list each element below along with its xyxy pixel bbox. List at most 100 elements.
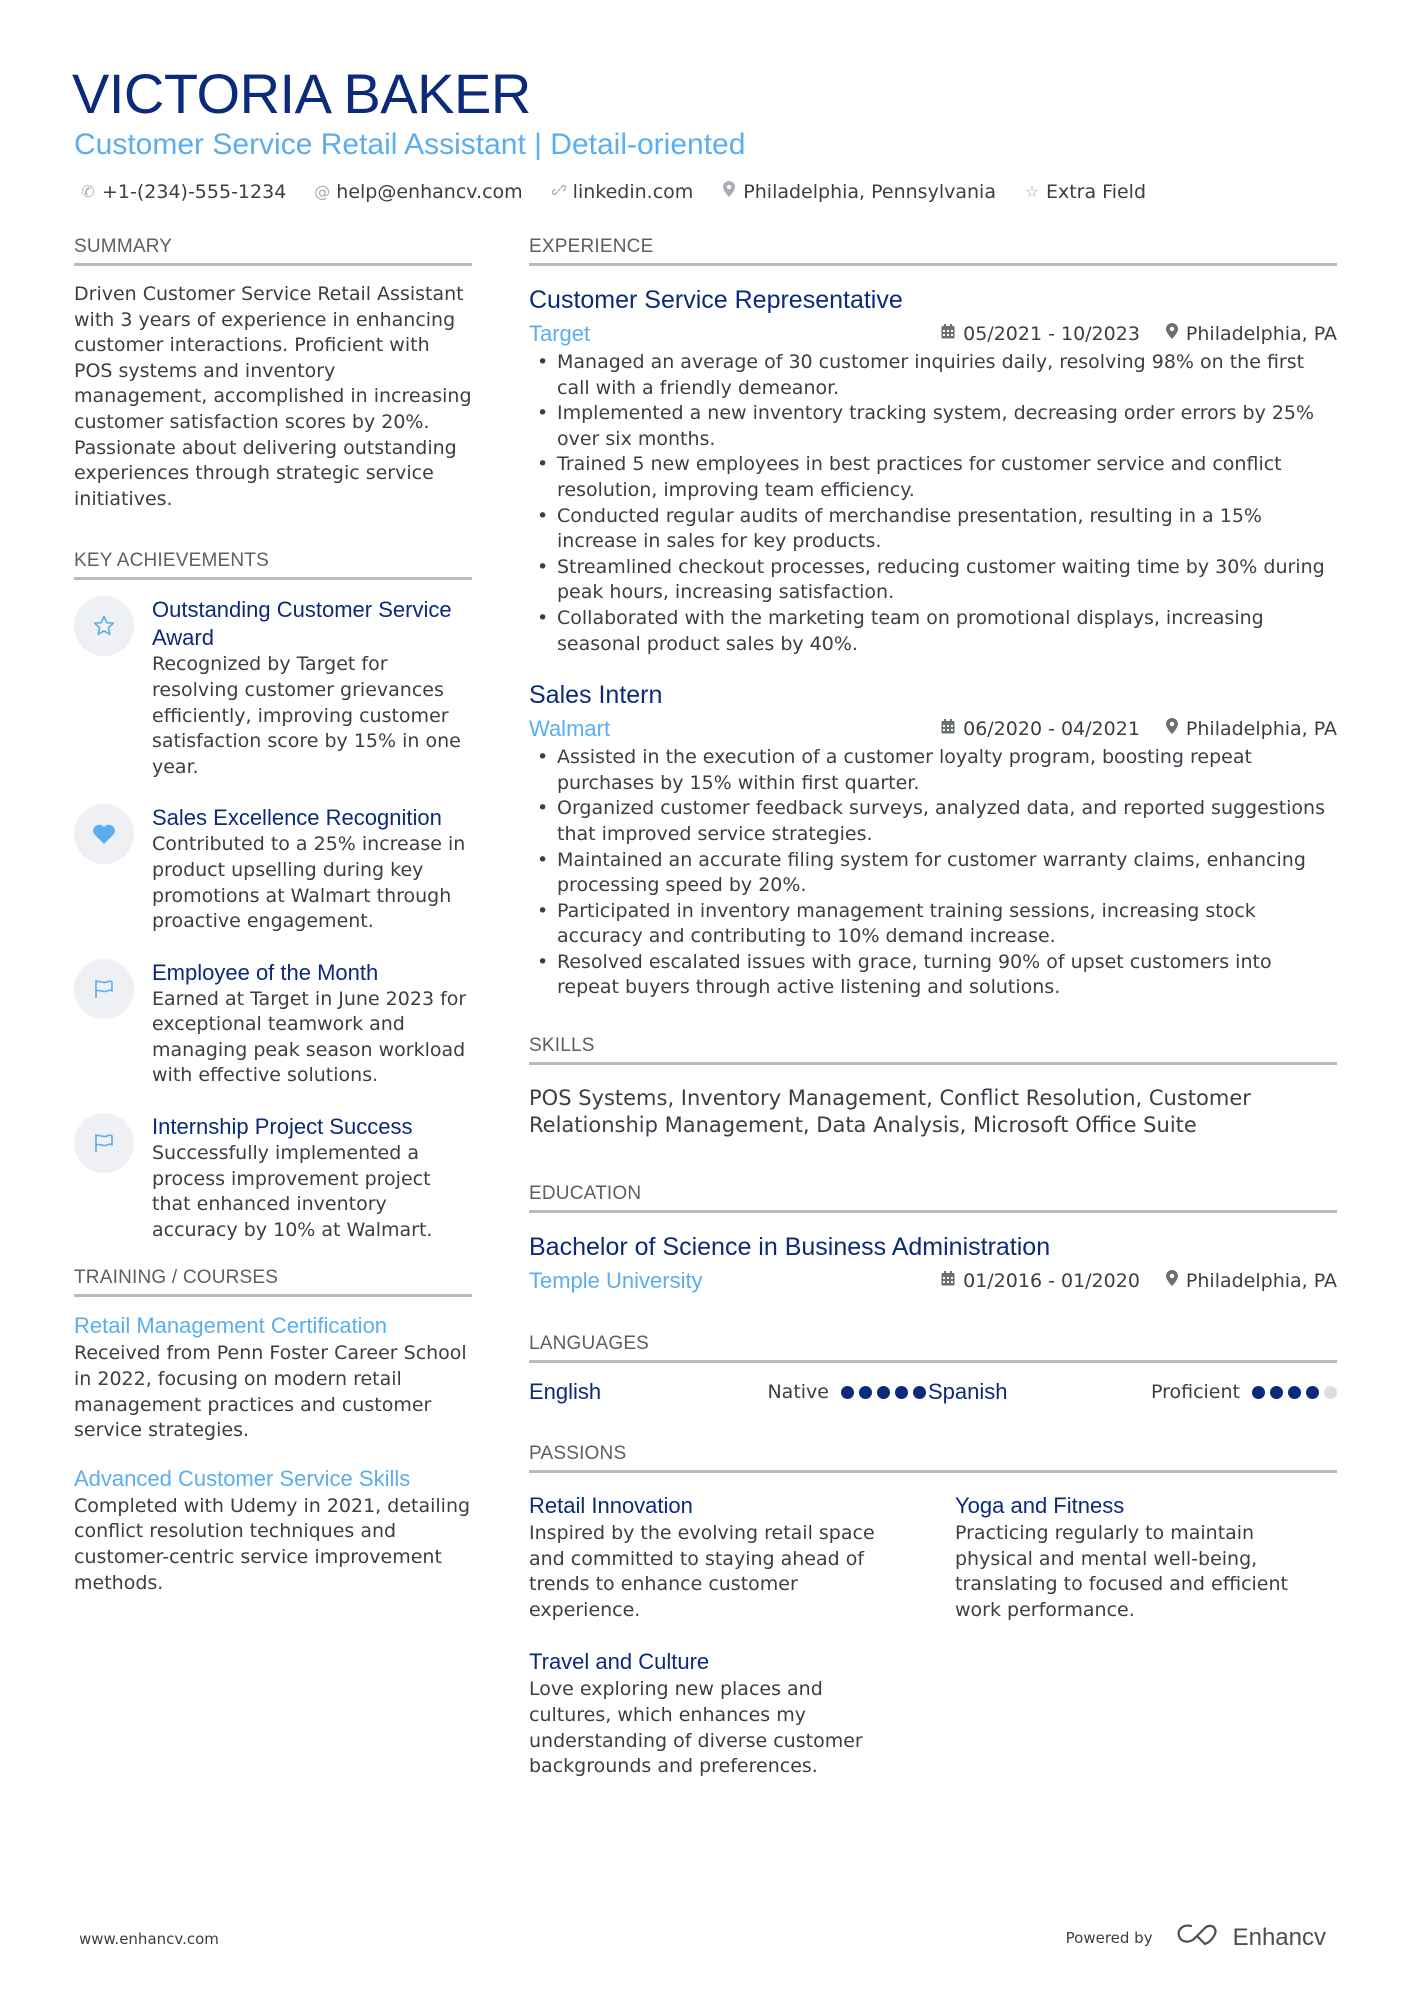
section-heading: LANGUAGES [529, 1333, 1337, 1364]
contact-extra: ☆ Extra Field [1024, 180, 1146, 204]
section-heading: SKILLS [529, 1035, 1337, 1066]
passion-description: Love exploring new places and cultures, … [529, 1678, 863, 1778]
contact-bar: ✆ +1-(234)-555-1234 @ help@enhancv.com l… [80, 180, 1146, 204]
achievements-section: KEY ACHIEVEMENTS Outstanding Customer Se… [74, 550, 472, 1243]
footer-branding[interactable]: Powered by Enhancv [1066, 1922, 1326, 1953]
section-heading: SUMMARY [74, 236, 472, 266]
company-name: Target [529, 321, 591, 346]
rating-dot-filled [1252, 1385, 1265, 1399]
bullet-item: Maintained an accurate filing system for… [529, 848, 1337, 899]
achievement-description: Earned at Target in June 2023 for except… [152, 987, 467, 1087]
company-name: Walmart [529, 716, 611, 742]
job-bullets: Managed an average of 30 customer inquir… [529, 350, 1337, 657]
calendar-icon [941, 715, 955, 743]
contact-extra-text: Extra Field [1045, 181, 1147, 203]
right-column: EXPERIENCE Customer Service Representati… [529, 236, 1337, 1780]
bullet-item: Organized customer feedback surveys, ana… [529, 796, 1337, 847]
star-icon: ☆ [1024, 182, 1040, 201]
contact-email[interactable]: @ help@enhancv.com [314, 180, 522, 204]
contact-linkedin[interactable]: linkedin.com [551, 180, 694, 204]
location-pin-icon [1165, 715, 1178, 743]
skills-text: POS Systems, Inventory Management, Confl… [529, 1086, 1251, 1138]
bullet-item: Conducted regular audits of merchandise … [529, 504, 1337, 555]
footer-website-link[interactable]: www.enhancv.com [79, 1930, 219, 1948]
course-description: Received from Penn Foster Career School … [74, 1342, 467, 1442]
flag-icon [74, 1113, 134, 1174]
school-name: Temple University [529, 1268, 703, 1294]
calendar-icon [941, 320, 955, 348]
language-level: Proficient [1150, 1381, 1240, 1404]
language-item: Spanish Proficient [928, 1379, 1337, 1405]
language-item: English Native [529, 1379, 928, 1405]
passion-title: Travel and Culture [529, 1649, 710, 1675]
achievement-title: Outstanding Customer Service Award [152, 597, 452, 651]
job-entry: Sales Intern Walmart 06/2020 - 04/2021 P… [529, 679, 1337, 1001]
location-pin-icon [1165, 1267, 1178, 1295]
course-description: Completed with Udemy in 2021, detailing … [74, 1494, 471, 1594]
link-icon [551, 180, 567, 204]
location-pin-icon [1165, 320, 1178, 348]
achievement-item: Internship Project Success Successfully … [74, 1113, 472, 1243]
job-title: Customer Service Representative [529, 286, 903, 314]
at-icon: @ [314, 182, 331, 201]
bullet-item: Managed an average of 30 customer inquir… [529, 350, 1337, 401]
achievement-description: Contributed to a 25% increase in product… [152, 833, 466, 933]
education-section: EDUCATION Bachelor of Science in Busines… [529, 1183, 1337, 1295]
contact-location: Philadelphia, Pennsylvania [721, 180, 996, 204]
bullet-item: Streamlined checkout processes, reducing… [529, 555, 1337, 606]
passion-description: Practicing regularly to maintain physica… [955, 1522, 1288, 1621]
bullet-item: Participated in inventory management tra… [529, 899, 1337, 950]
achievement-title: Internship Project Success [152, 1114, 413, 1140]
brand-name: Enhancv [1232, 1923, 1326, 1951]
location-pin-icon [721, 180, 737, 204]
rating-dot-filled [841, 1385, 854, 1399]
passion-item: Retail Innovation Inspired by the evolvi… [529, 1491, 955, 1623]
rating-dot-filled [877, 1385, 890, 1399]
languages-section: LANGUAGES English Native Spanish Profici… [529, 1333, 1337, 1405]
bullet-item: Collaborated with the marketing team on … [529, 606, 1337, 657]
rating-dot-filled [1270, 1385, 1283, 1399]
contact-phone[interactable]: ✆ +1-(234)-555-1234 [80, 180, 286, 204]
rating-dot-empty [1324, 1385, 1337, 1399]
language-rating [1252, 1385, 1337, 1399]
passion-title: Yoga and Fitness [955, 1493, 1125, 1519]
education-location: Philadelphia, PA [1185, 1270, 1337, 1293]
language-name: English [529, 1379, 602, 1405]
rating-dot-filled [1306, 1385, 1319, 1399]
calendar-icon [941, 1267, 955, 1295]
job-location: Philadelphia, PA [1185, 718, 1337, 741]
language-rating [841, 1385, 926, 1399]
rating-dot-filled [1288, 1385, 1301, 1399]
rating-dot-filled [913, 1385, 926, 1399]
summary-section: SUMMARY Driven Customer Service Retail A… [74, 236, 472, 512]
rating-dot-filled [895, 1385, 908, 1399]
training-section: TRAINING / COURSES Retail Management Cer… [74, 1267, 472, 1596]
passion-title: Retail Innovation [529, 1493, 693, 1519]
course-title: Advanced Customer Service Skills [74, 1465, 411, 1491]
achievement-description: Recognized by Target for resolving custo… [152, 653, 461, 778]
bullet-item: Trained 5 new employees in best practice… [529, 452, 1337, 503]
passion-item: Yoga and Fitness Practicing regularly to… [955, 1491, 1337, 1623]
heart-icon [74, 804, 134, 865]
passion-item: Travel and Culture Love exploring new pl… [529, 1647, 955, 1779]
section-heading: KEY ACHIEVEMENTS [74, 550, 472, 581]
achievement-title: Sales Excellence Recognition [152, 805, 442, 831]
language-level: Native [767, 1381, 829, 1404]
star-icon [74, 596, 134, 657]
passion-description: Inspired by the evolving retail space an… [529, 1522, 875, 1621]
achievement-item: Employee of the Month Earned at Target i… [74, 958, 472, 1089]
job-dates: 06/2020 - 04/2021 [963, 718, 1140, 741]
contact-phone-text: +1-(234)-555-1234 [102, 181, 287, 203]
achievement-item: Outstanding Customer Service Award Recog… [74, 596, 472, 780]
contact-linkedin-text: linkedin.com [572, 181, 694, 203]
section-heading: EXPERIENCE [529, 236, 1337, 266]
left-column: SUMMARY Driven Customer Service Retail A… [74, 236, 472, 1596]
achievement-item: Sales Excellence Recognition Contributed… [74, 804, 472, 934]
experience-section: EXPERIENCE Customer Service Representati… [529, 236, 1337, 1001]
flag-icon [74, 958, 134, 1019]
job-entry: Customer Service Representative Target 0… [529, 284, 1337, 657]
section-heading: TRAINING / COURSES [74, 1267, 472, 1298]
language-name: Spanish [928, 1379, 1008, 1405]
job-title: Sales Intern [529, 681, 663, 710]
enhancv-logo-icon [1175, 1922, 1221, 1953]
